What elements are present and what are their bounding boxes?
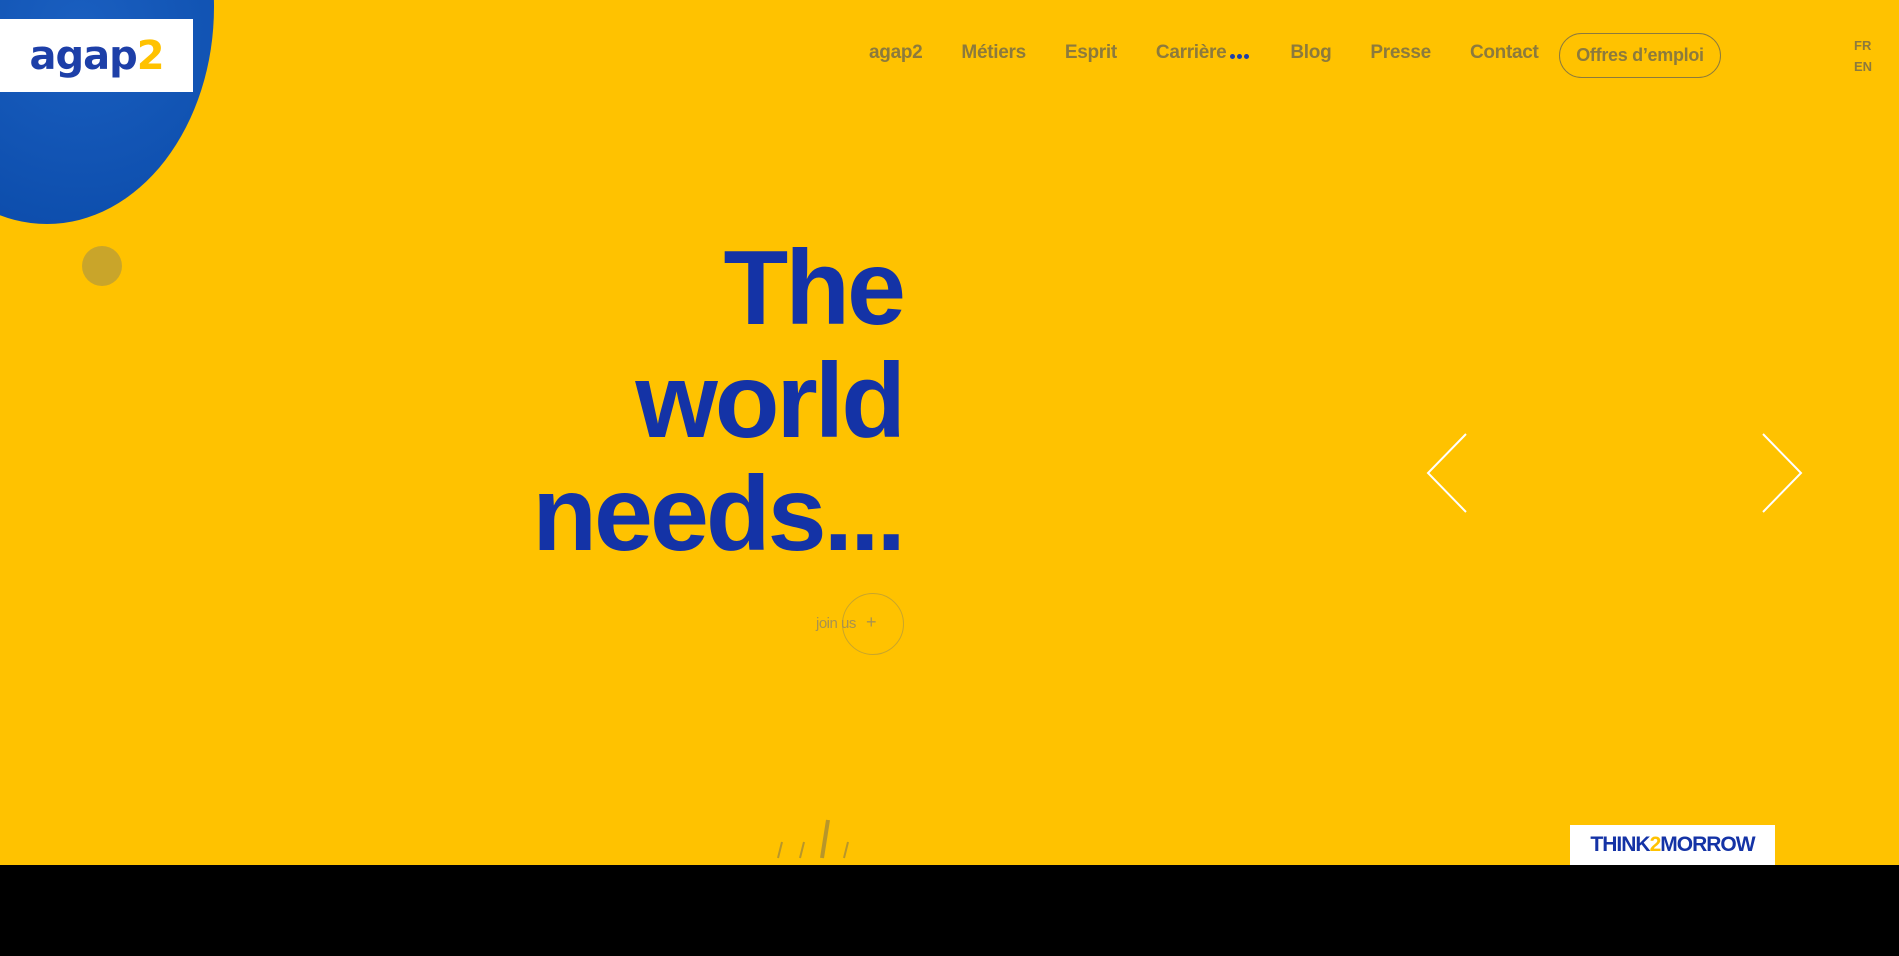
hero-section: agap2 agap2 Métiers Esprit Carrière Blog… [0, 0, 1899, 865]
logo[interactable]: agap2 [0, 19, 193, 92]
badge-think: THINK [1590, 833, 1650, 856]
nav-item-presse[interactable]: Presse [1370, 42, 1431, 64]
think2morrow-badge[interactable]: THINK 2 MORROW [1570, 825, 1775, 865]
more-dots-icon [1230, 53, 1251, 59]
slider-next-button[interactable] [1757, 432, 1807, 514]
nav-item-metiers[interactable]: Métiers [961, 42, 1026, 64]
nav-item-agap2[interactable]: agap2 [869, 42, 923, 64]
pagination-tick [799, 841, 805, 859]
join-us-label: join us [816, 615, 856, 632]
lang-fr-link[interactable]: FR [1854, 38, 1871, 53]
chevron-right-icon [1762, 433, 1803, 513]
headline-line-3: needs... [532, 455, 906, 573]
chevron-left-icon [1426, 433, 1467, 513]
plus-icon: + [866, 612, 877, 632]
hero-headline: The world needs... [532, 229, 906, 573]
headline-line-2: world [635, 342, 906, 460]
nav-item-carriere[interactable]: Carrière [1156, 42, 1251, 64]
badge-two: 2 [1649, 833, 1662, 856]
page: agap2 agap2 Métiers Esprit Carrière Blog… [0, 0, 1899, 956]
slider-pagination [772, 818, 852, 860]
badge-morrow: MORROW [1660, 833, 1755, 856]
nav-item-contact[interactable]: Contact [1470, 42, 1539, 64]
nav-item-blog[interactable]: Blog [1290, 42, 1331, 64]
nav-item-carriere-label: Carrière [1155, 42, 1227, 63]
main-nav: agap2 Métiers Esprit Carrière Blog Press… [869, 42, 1578, 64]
job-offers-button[interactable]: Offres d’emploi [1559, 33, 1721, 78]
join-us-button[interactable]: join us + [816, 593, 906, 657]
pagination-tick [777, 841, 783, 859]
nav-item-esprit[interactable]: Esprit [1065, 42, 1117, 64]
pagination-tick [843, 841, 849, 859]
headline-line-1: The [723, 229, 906, 347]
lang-en-link[interactable]: EN [1854, 59, 1872, 74]
decorative-dot [82, 246, 122, 286]
pagination-tick-active [820, 819, 830, 859]
logo-text: agap2 [29, 32, 164, 79]
slider-prev-button[interactable] [1424, 432, 1474, 514]
